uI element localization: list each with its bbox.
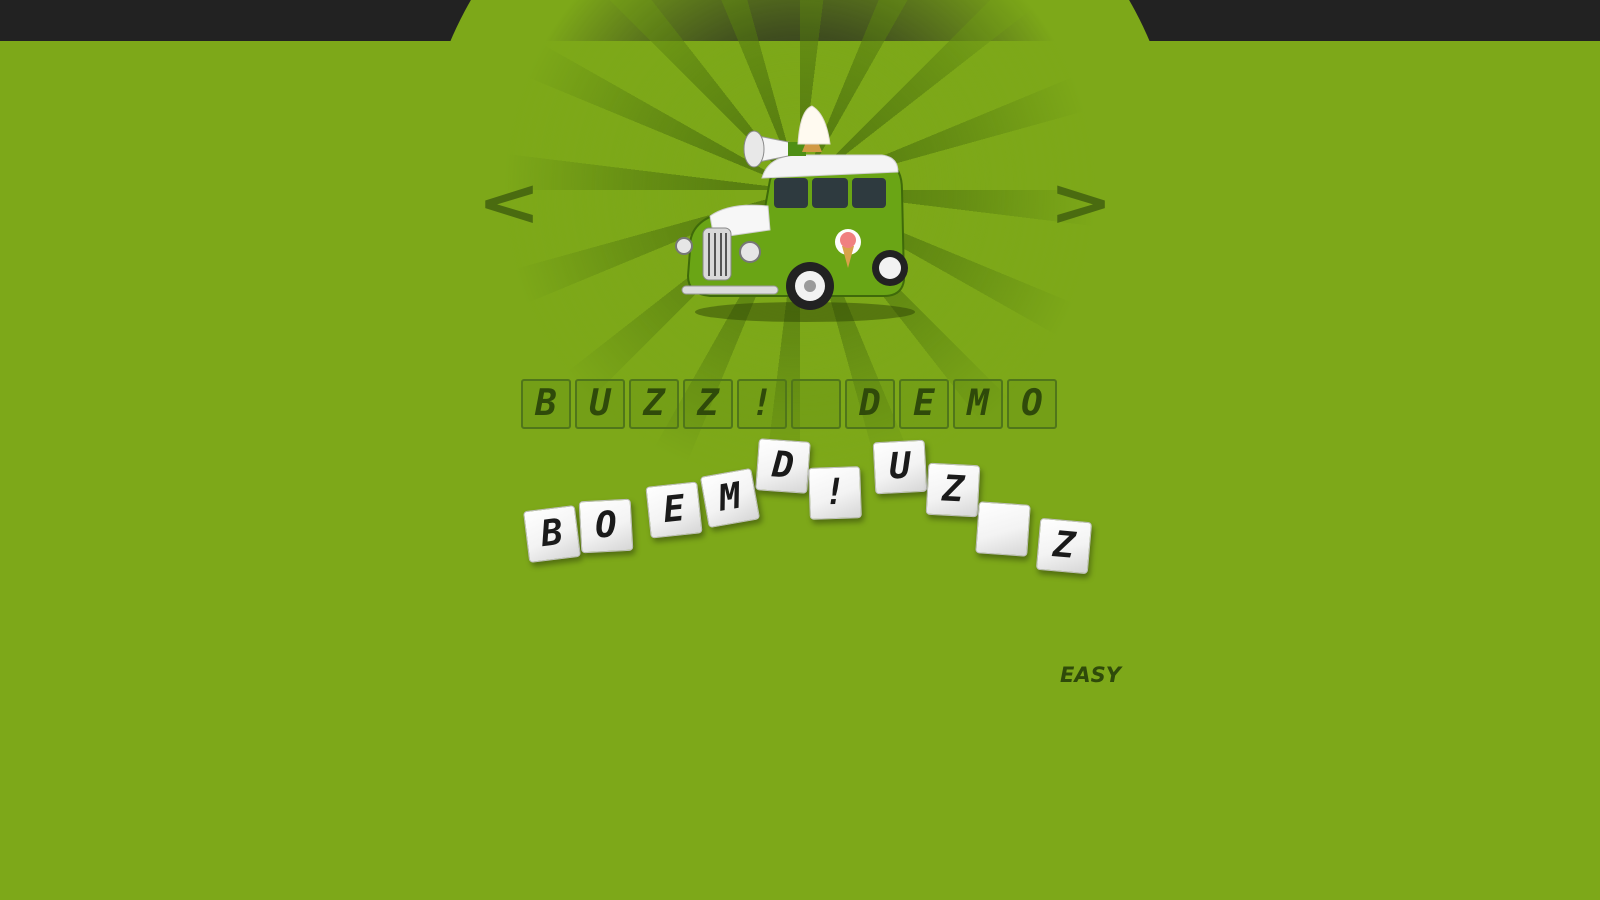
- letter-tile[interactable]: !: [808, 466, 862, 520]
- letter-tile[interactable]: D: [755, 438, 811, 494]
- ice-cream-truck-image: [675, 105, 915, 322]
- letter-tile[interactable]: O: [578, 498, 634, 554]
- letter-tile[interactable]: U: [872, 439, 928, 495]
- answer-slot[interactable]: B: [521, 379, 571, 429]
- letter-tile[interactable]: M: [699, 467, 761, 529]
- next-arrow-button[interactable]: >: [1041, 168, 1122, 238]
- letter-tile[interactable]: [975, 501, 1031, 557]
- difficulty-label: EASY: [1060, 663, 1121, 687]
- answer-slot[interactable]: Z: [683, 379, 733, 429]
- top-bar: [0, 0, 1600, 41]
- letter-tile[interactable]: Z: [1035, 517, 1093, 575]
- answer-slot[interactable]: Z: [629, 379, 679, 429]
- answer-slot[interactable]: E: [899, 379, 949, 429]
- answer-slot[interactable]: !: [737, 379, 787, 429]
- answer-slot[interactable]: O: [1007, 379, 1057, 429]
- letter-tile[interactable]: B: [523, 505, 581, 563]
- letter-tile[interactable]: E: [645, 481, 703, 539]
- answer-slot[interactable]: D: [845, 379, 895, 429]
- answer-slots: B U Z Z ! D E M O: [521, 379, 1057, 433]
- answer-slot[interactable]: [791, 379, 841, 429]
- previous-arrow-button[interactable]: <: [469, 168, 550, 238]
- answer-slot[interactable]: U: [575, 379, 625, 429]
- answer-slot[interactable]: M: [953, 379, 1003, 429]
- letter-tile[interactable]: Z: [925, 462, 981, 518]
